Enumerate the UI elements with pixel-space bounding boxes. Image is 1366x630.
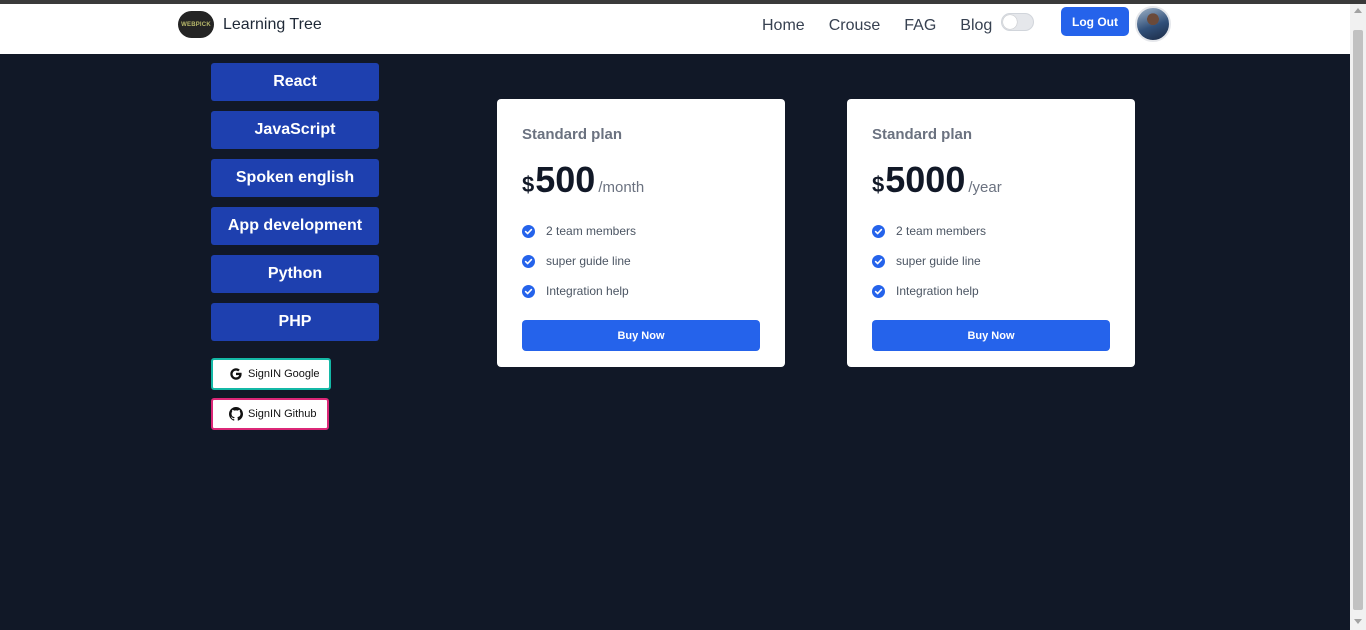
toggle-knob <box>1003 15 1017 29</box>
currency-symbol: $ <box>522 172 535 197</box>
feature-item: Integration help <box>522 276 760 306</box>
nav-link-crouse[interactable]: Crouse <box>829 17 881 35</box>
pricing-card-yearly: Standard plan $ 5000 /year 2 team member… <box>847 99 1135 367</box>
currency-symbol: $ <box>872 172 885 197</box>
nav-links: Home Crouse FAG Blog <box>762 17 992 35</box>
scroll-down-arrow-icon[interactable] <box>1354 619 1362 624</box>
github-icon <box>229 407 243 421</box>
scrollbar[interactable] <box>1350 4 1366 630</box>
feature-item: 2 team members <box>872 216 1110 246</box>
feature-item: super guide line <box>872 246 1110 276</box>
scrollbar-thumb[interactable] <box>1353 30 1363 610</box>
feature-text: Integration help <box>546 284 629 298</box>
feature-item: 2 team members <box>522 216 760 246</box>
nav-link-blog[interactable]: Blog <box>960 17 992 35</box>
course-button-react[interactable]: React <box>211 63 379 101</box>
theme-toggle[interactable] <box>1001 13 1034 31</box>
logo[interactable]: WEBPICK <box>178 11 214 38</box>
price: $ 5000 /year <box>872 159 1110 201</box>
course-sidebar: React JavaScript Spoken english App deve… <box>211 63 379 341</box>
nav-link-home[interactable]: Home <box>762 17 805 35</box>
check-circle-icon <box>522 284 535 298</box>
pricing-card-monthly: Standard plan $ 500 /month 2 team member… <box>497 99 785 367</box>
plan-name: Standard plan <box>872 126 973 143</box>
check-circle-icon <box>522 224 535 238</box>
price-period: /month <box>598 179 645 196</box>
feature-item: super guide line <box>522 246 760 276</box>
google-signin-button[interactable]: SignIN Google <box>211 358 331 390</box>
buy-now-button[interactable]: Buy Now <box>522 320 760 351</box>
course-button-php[interactable]: PHP <box>211 303 379 341</box>
feature-text: 2 team members <box>896 224 987 238</box>
avatar[interactable] <box>1135 6 1171 42</box>
brand-name[interactable]: Learning Tree <box>223 16 322 34</box>
check-circle-icon <box>872 224 885 238</box>
check-circle-icon <box>872 254 885 268</box>
price: $ 500 /month <box>522 159 760 201</box>
google-signin-label: SignIN Google <box>248 368 320 380</box>
price-period: /year <box>968 179 1002 196</box>
navbar: WEBPICK Learning Tree Home Crouse FAG Bl… <box>0 4 1350 54</box>
check-circle-icon <box>522 254 535 268</box>
course-button-javascript[interactable]: JavaScript <box>211 111 379 149</box>
brand[interactable]: WEBPICK Learning Tree <box>178 11 322 38</box>
course-button-app-development[interactable]: App development <box>211 207 379 245</box>
course-button-spoken-english[interactable]: Spoken english <box>211 159 379 197</box>
feature-list: 2 team members super guide line Integrat… <box>872 216 1110 306</box>
feature-text: Integration help <box>896 284 979 298</box>
feature-text: super guide line <box>896 254 981 268</box>
buy-now-button[interactable]: Buy Now <box>872 320 1110 351</box>
github-signin-button[interactable]: SignIN Github <box>211 398 329 430</box>
logout-button[interactable]: Log Out <box>1061 7 1129 36</box>
github-signin-label: SignIN Github <box>248 408 317 420</box>
feature-list: 2 team members super guide line Integrat… <box>522 216 760 306</box>
scroll-up-arrow-icon[interactable] <box>1354 8 1362 13</box>
google-icon <box>229 367 243 381</box>
nav-link-fag[interactable]: FAG <box>904 17 936 35</box>
check-circle-icon <box>872 284 885 298</box>
plan-name: Standard plan <box>522 126 623 143</box>
course-button-python[interactable]: Python <box>211 255 379 293</box>
feature-text: 2 team members <box>546 224 637 238</box>
feature-item: Integration help <box>872 276 1110 306</box>
price-amount: 500 <box>535 159 596 200</box>
feature-text: super guide line <box>546 254 631 268</box>
price-amount: 5000 <box>885 159 966 200</box>
